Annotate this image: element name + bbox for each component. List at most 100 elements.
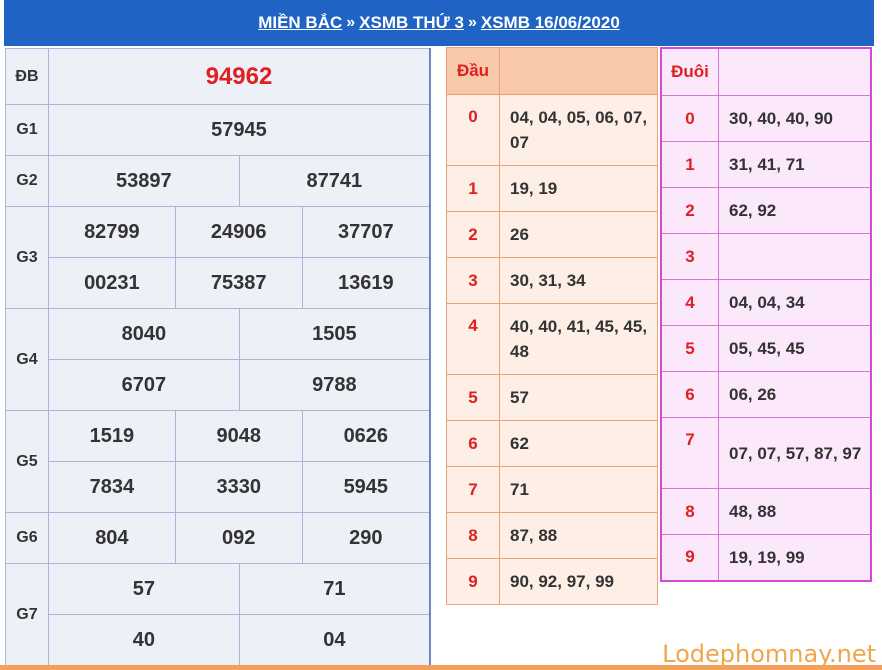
prize-number: 290 [301, 512, 431, 564]
prize-number: 40 [47, 614, 240, 667]
prize-number: 57945 [47, 104, 431, 156]
prize-number: 9048 [174, 410, 303, 462]
prize-row-g7: 40 04 [6, 614, 431, 667]
dau-values: 19, 19 [499, 165, 658, 212]
duoi-key: 4 [660, 279, 719, 326]
duoi-header: Đuôi [660, 47, 719, 96]
dau-values: 90, 92, 97, 99 [499, 558, 658, 605]
duoi-values: 07, 07, 57, 87, 97 [718, 417, 872, 489]
prize-number: 82799 [47, 206, 176, 258]
prize-number: 87741 [238, 155, 431, 207]
prize-row-g7: G7 57 71 [5, 563, 431, 667]
prize-number: 1519 [47, 410, 176, 462]
dau-values: 87, 88 [499, 512, 658, 559]
duoi-key: 7 [660, 417, 719, 489]
duoi-row: 5 05, 45, 45 [660, 325, 872, 372]
dau-key: 3 [446, 257, 500, 304]
dau-header-empty [499, 47, 658, 95]
prize-row-g4: 6707 9788 [6, 359, 431, 411]
dau-table: Đầu 0 04, 04, 05, 06, 07, 07 1 19, 19 2 … [446, 47, 658, 605]
breadcrumb-header: MIỀN BẮC » XSMB THỨ 3 » XSMB 16/06/2020 [4, 0, 874, 46]
prize-label: G4 [5, 308, 49, 411]
dau-values: 57 [499, 374, 658, 421]
dau-row: 2 26 [446, 211, 658, 258]
duoi-key: 9 [660, 534, 719, 581]
dau-header: Đầu [446, 47, 500, 95]
duoi-header-row: Đuôi [660, 47, 872, 96]
prize-row-g1: G1 57945 [5, 104, 431, 156]
dau-row: 5 57 [446, 374, 658, 421]
prize-number: 5945 [301, 461, 431, 513]
duoi-key: 1 [660, 141, 719, 188]
dau-key: 9 [446, 558, 500, 605]
dau-key: 6 [446, 420, 500, 467]
dau-row: 8 87, 88 [446, 512, 658, 559]
dau-row: 6 62 [446, 420, 658, 467]
dau-key: 4 [446, 303, 500, 375]
dau-values: 62 [499, 420, 658, 467]
prize-row-g2: G2 53897 87741 [5, 155, 431, 207]
dau-key: 7 [446, 466, 500, 513]
dau-values: 26 [499, 211, 658, 258]
prize-row-g5: 7834 3330 5945 [6, 461, 431, 513]
prize-label: G6 [5, 512, 49, 564]
dau-key: 1 [446, 165, 500, 212]
duoi-key: 8 [660, 488, 719, 535]
dau-row: 1 19, 19 [446, 165, 658, 212]
special-prize-number: 94962 [47, 48, 431, 105]
duoi-key: 0 [660, 95, 719, 142]
duoi-row: 3 [660, 233, 872, 280]
prize-number: 57 [47, 563, 240, 615]
prize-label: G7 [5, 563, 49, 667]
dau-row: 3 30, 31, 34 [446, 257, 658, 304]
results-table: ĐB 94962 G1 57945 G2 53897 87741 G3 8279… [5, 48, 431, 667]
duoi-values: 31, 41, 71 [718, 141, 872, 188]
dau-key: 2 [446, 211, 500, 258]
breadcrumb-link-xsmb-thu[interactable]: XSMB THỨ 3 [359, 13, 464, 33]
prize-number: 1505 [238, 308, 431, 360]
prize-number: 71 [238, 563, 431, 615]
prize-number: 04 [238, 614, 431, 667]
prize-row-g5: G5 1519 9048 0626 [5, 410, 431, 513]
prize-number: 092 [174, 512, 303, 564]
dau-values: 71 [499, 466, 658, 513]
duoi-row: 1 31, 41, 71 [660, 141, 872, 188]
prize-number: 13619 [301, 257, 431, 309]
prize-number: 6707 [47, 359, 240, 411]
dau-values: 04, 04, 05, 06, 07, 07 [499, 94, 658, 166]
dau-values: 30, 31, 34 [499, 257, 658, 304]
dau-key: 0 [446, 94, 500, 166]
duoi-row: 8 48, 88 [660, 488, 872, 535]
prize-label: G5 [5, 410, 49, 513]
prize-number: 75387 [174, 257, 303, 309]
duoi-row: 7 07, 07, 57, 87, 97 [660, 417, 872, 489]
duoi-row: 6 06, 26 [660, 371, 872, 418]
duoi-values: 48, 88 [718, 488, 872, 535]
prize-label: G1 [5, 104, 49, 156]
duoi-key: 5 [660, 325, 719, 372]
prize-number: 8040 [47, 308, 240, 360]
prize-label: G3 [5, 206, 49, 309]
breadcrumb-link-mien-bac[interactable]: MIỀN BẮC [258, 13, 342, 33]
duoi-values: 06, 26 [718, 371, 872, 418]
dau-row: 9 90, 92, 97, 99 [446, 558, 658, 605]
prize-number: 37707 [301, 206, 431, 258]
dau-values: 40, 40, 41, 45, 45, 48 [499, 303, 658, 375]
duoi-values: 05, 45, 45 [718, 325, 872, 372]
dau-row: 0 04, 04, 05, 06, 07, 07 [446, 94, 658, 166]
prize-number: 7834 [47, 461, 176, 513]
duoi-key: 6 [660, 371, 719, 418]
duoi-key: 2 [660, 187, 719, 234]
watermark: Lodephomnay.net [662, 640, 876, 668]
prize-number: 24906 [174, 206, 303, 258]
prize-label: G2 [5, 155, 49, 207]
duoi-values: 30, 40, 40, 90 [718, 95, 872, 142]
duoi-row: 2 62, 92 [660, 187, 872, 234]
breadcrumb-link-xsmb-date[interactable]: XSMB 16/06/2020 [481, 13, 620, 33]
prize-row-g4: G4 8040 1505 [5, 308, 431, 411]
duoi-values: 19, 19, 99 [718, 534, 872, 581]
prize-number: 00231 [47, 257, 176, 309]
prize-number: 0626 [301, 410, 431, 462]
breadcrumb-separator: » [346, 14, 356, 31]
prize-number: 9788 [238, 359, 431, 411]
